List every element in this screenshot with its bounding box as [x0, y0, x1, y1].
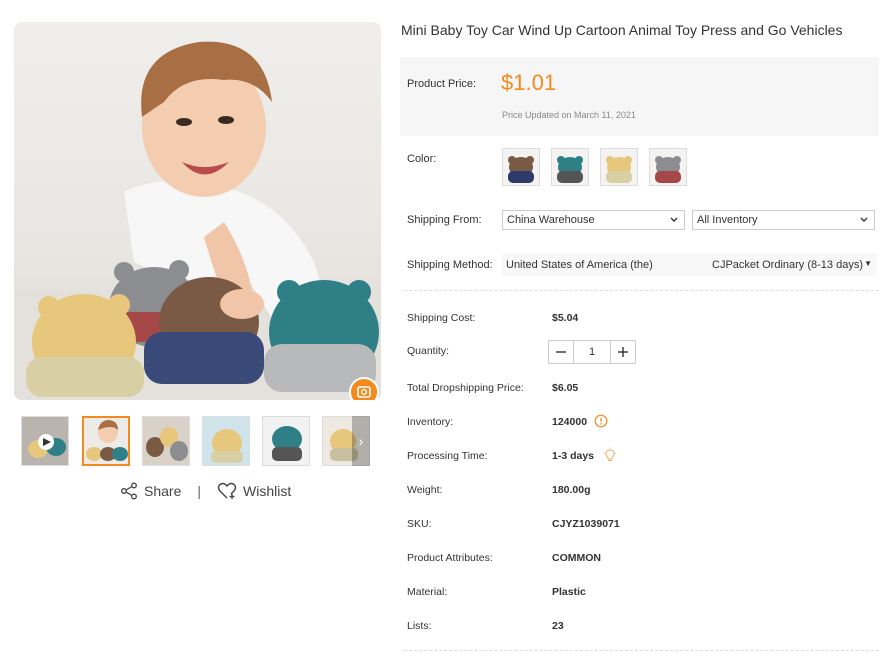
price-label: Product Price:: [407, 78, 477, 90]
color-swatch-brown[interactable]: [502, 148, 540, 186]
main-product-image[interactable]: [14, 22, 381, 400]
sku-label: SKU:: [407, 518, 432, 530]
inventory-select[interactable]: All Inventory: [692, 210, 875, 230]
quantity-increase-button[interactable]: [611, 341, 635, 363]
total-price-label: Total Dropshipping Price:: [407, 382, 524, 394]
processing-time-value: 1-3 days: [552, 450, 595, 462]
country-select[interactable]: United States of America (the): [502, 253, 700, 277]
lightbulb-icon[interactable]: [603, 447, 617, 463]
bottom-divider: [404, 650, 879, 651]
image-search-button[interactable]: [349, 377, 379, 400]
quantity-stepper: 1: [548, 340, 636, 364]
price-box: Product Price: $1.01 Price Updated on Ma…: [400, 57, 879, 136]
chevron-down-icon: [670, 217, 678, 222]
shipping-cost-value: $5.04: [552, 312, 579, 324]
wishlist-label: Wishlist: [243, 483, 292, 499]
total-price-value: $6.05: [552, 382, 579, 394]
share-wishlist-row: Share | Wishlist: [120, 481, 291, 501]
shipping-method-select[interactable]: CJPacket Ordinary (8-13 days) ▼: [700, 253, 877, 277]
product-photo: [14, 41, 381, 400]
shipping-method-value: CJPacket Ordinary (8-13 days): [712, 258, 863, 271]
thumbnail-yellow[interactable]: [202, 416, 250, 466]
section-divider: [404, 290, 879, 291]
chevron-right-icon: ›: [358, 433, 364, 449]
color-swatches: [502, 148, 687, 186]
thumbnail-image: [263, 417, 309, 465]
thumbnail-teal[interactable]: [262, 416, 310, 466]
quantity-decrease-button[interactable]: [549, 341, 573, 363]
plus-icon: [618, 347, 628, 357]
inventory-label: Inventory:: [407, 416, 454, 428]
minus-icon: [556, 351, 566, 353]
chevron-down-icon: [860, 217, 868, 222]
attributes-value: COMMON: [552, 552, 601, 564]
attributes-label: Product Attributes:: [407, 552, 493, 564]
country-select-value: United States of America (the): [506, 258, 653, 271]
caret-down-icon: ▼: [864, 259, 872, 268]
thumbnail-group[interactable]: [142, 416, 190, 466]
inventory-value: 124000: [552, 416, 588, 428]
action-separator: |: [197, 483, 201, 499]
shipping-cost-label: Shipping Cost:: [407, 312, 476, 324]
product-title: Mini Baby Toy Car Wind Up Cartoon Animal…: [401, 22, 843, 38]
swatch-image: [557, 156, 583, 183]
swatch-image: [508, 156, 534, 183]
lists-value: 23: [552, 620, 564, 632]
weight-label: Weight:: [407, 484, 443, 496]
color-label: Color:: [407, 153, 437, 165]
image-search-icon: [357, 386, 371, 398]
sku-value: CJYZ1039071: [552, 518, 620, 530]
material-value: Plastic: [552, 586, 586, 598]
share-icon: [121, 482, 137, 500]
lists-label: Lists:: [407, 620, 432, 632]
inventory-select-value: All Inventory: [697, 214, 758, 226]
shipping-from-label: Shipping From:: [407, 214, 482, 226]
thumbnail-image: [84, 418, 128, 464]
swatch-image: [606, 156, 632, 183]
thumbnail-video[interactable]: [21, 416, 69, 466]
share-label: Share: [144, 483, 182, 499]
weight-value: 180.00g: [552, 484, 591, 496]
share-button[interactable]: Share: [120, 482, 181, 500]
processing-time-label: Processing Time:: [407, 450, 488, 462]
price-updated-note: Price Updated on March 11, 2021: [502, 110, 636, 120]
thumbnail-image: [143, 417, 189, 465]
material-label: Material:: [407, 586, 448, 598]
price-value: $1.01: [501, 70, 557, 95]
color-swatch-yellow[interactable]: [600, 148, 638, 186]
thumbnail-next-button[interactable]: ›: [352, 416, 370, 466]
wishlist-button[interactable]: Wishlist: [217, 482, 291, 500]
alert-circle-icon[interactable]: [594, 414, 608, 428]
quantity-label: Quantity:: [407, 345, 450, 357]
thumbnail-main[interactable]: [82, 416, 130, 466]
quantity-input[interactable]: 1: [573, 341, 611, 363]
swatch-image: [655, 156, 681, 183]
color-swatch-gray[interactable]: [649, 148, 687, 186]
color-swatch-teal[interactable]: [551, 148, 589, 186]
shipping-method-label: Shipping Method:: [407, 259, 493, 271]
thumbnail-image: [203, 417, 249, 465]
heart-plus-icon: [217, 482, 237, 499]
warehouse-select[interactable]: China Warehouse: [502, 210, 685, 230]
warehouse-select-value: China Warehouse: [507, 214, 595, 226]
thumbnail-image: [22, 417, 68, 465]
thumbnail-strip: ›: [21, 416, 370, 466]
